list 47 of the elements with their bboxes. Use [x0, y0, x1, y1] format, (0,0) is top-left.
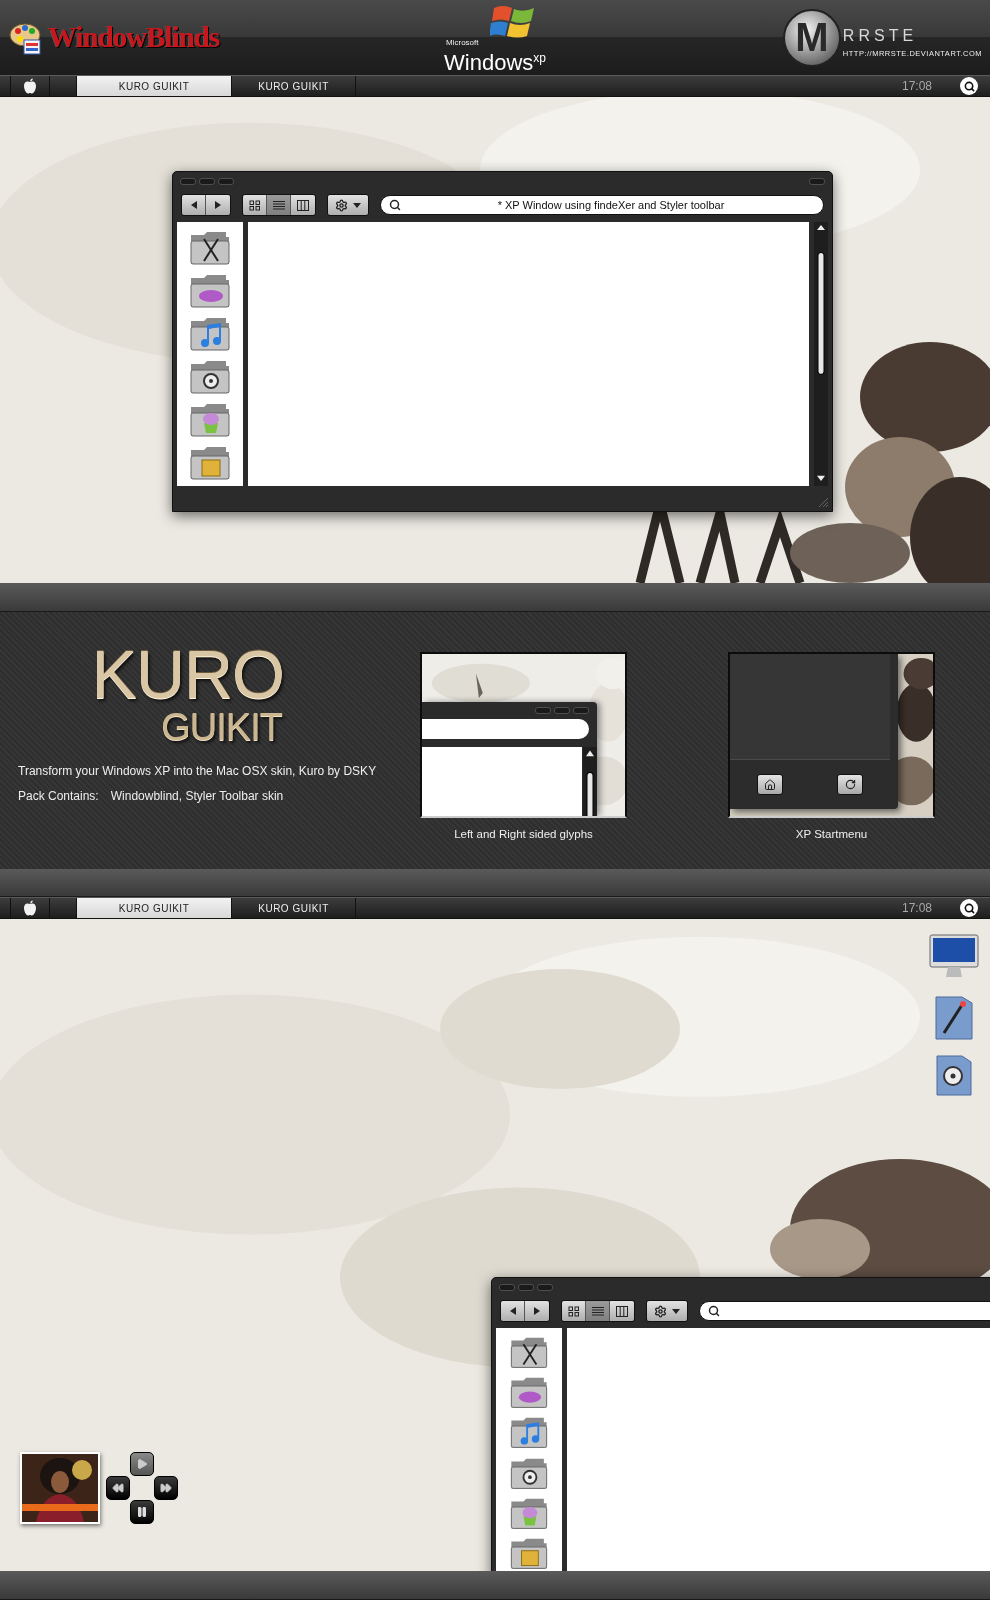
forward-button[interactable]	[206, 195, 230, 215]
preview-caption: Left and Right sided glyphs	[454, 828, 593, 840]
logo-badge: M	[782, 8, 841, 67]
description: Transform your Windows XP into the Mac OSX skin, Kuro by DSKY	[18, 764, 378, 778]
menu-tab[interactable]: KURO GUIKIT	[232, 76, 356, 96]
search-field[interactable]: * XP Window using findeXer and Styler toolbar	[380, 195, 824, 215]
logo-text: Windows$^{xp}$	[444, 49, 546, 75]
action-menu-button[interactable]	[328, 195, 368, 215]
search-icon	[963, 902, 975, 914]
contents-label: Pack Contains:	[18, 789, 99, 803]
subtitle: GUIKIT	[161, 706, 282, 748]
clock: 17:08	[901, 901, 932, 915]
window-control	[554, 707, 570, 714]
triangle-right-icon	[213, 200, 223, 210]
column-view-button[interactable]	[291, 195, 315, 215]
logo-text: RRSTE	[842, 27, 919, 45]
clock: 17:08	[901, 79, 932, 93]
contents-text: Windowblind, Styler Toolbar skin	[110, 789, 284, 803]
preview-caption: XP Startmenu	[795, 828, 868, 840]
menu-tab[interactable]: KURO GUIKIT	[232, 898, 356, 918]
window-control	[535, 707, 551, 714]
back-button[interactable]	[182, 195, 206, 215]
columns-icon	[297, 199, 309, 211]
scrollbar[interactable]	[814, 222, 828, 486]
grid-icon	[248, 199, 261, 211]
icon-view-button[interactable]	[243, 195, 267, 215]
list-view-button[interactable]	[267, 195, 291, 215]
resize-grip-icon[interactable]	[817, 496, 829, 508]
home-button[interactable]	[757, 774, 783, 795]
title: KURO	[91, 642, 284, 706]
logo-text: WindowBlinds	[48, 21, 220, 54]
menu-tab[interactable]: KURO GUIKIT	[77, 76, 232, 96]
apple-icon[interactable]	[23, 900, 37, 916]
search-icon	[389, 199, 401, 211]
refresh-icon	[844, 779, 856, 790]
logo-caption: Microsoft	[446, 38, 479, 48]
menu-tab[interactable]: KURO GUIKIT	[77, 898, 232, 918]
apple-icon[interactable]	[23, 78, 37, 94]
search-icon	[963, 80, 975, 92]
house-icon	[764, 778, 776, 791]
window-control	[573, 707, 589, 714]
search-button[interactable]	[960, 899, 978, 917]
refresh-button[interactable]	[837, 774, 863, 795]
caret-icon	[351, 200, 362, 210]
gear-icon	[334, 198, 348, 212]
search-button[interactable]	[960, 77, 978, 95]
lines-icon	[272, 199, 285, 211]
